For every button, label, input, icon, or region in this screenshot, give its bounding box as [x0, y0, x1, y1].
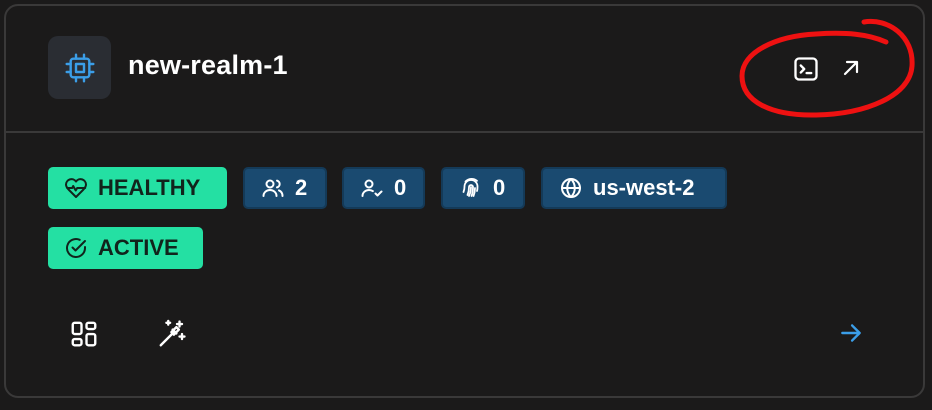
- grid-icon: [71, 321, 97, 347]
- region-badge[interactable]: us-west-2: [541, 167, 727, 209]
- health-badge: HEALTHY: [48, 167, 227, 209]
- header-divider: [4, 131, 925, 133]
- region-label: us-west-2: [593, 175, 695, 200]
- verified-users-count: 0: [394, 175, 407, 200]
- realm-icon-box: [48, 36, 111, 99]
- cpu-chip-icon: [64, 52, 95, 83]
- dashboard-button[interactable]: [66, 316, 102, 352]
- arrow-up-right-icon: [843, 60, 859, 76]
- status-badge: ACTIVE: [48, 227, 203, 269]
- realm-name: new-realm-1: [128, 50, 288, 80]
- users-icon: [262, 179, 284, 197]
- arrow-right-icon: [841, 324, 861, 342]
- globe-icon: [561, 178, 581, 198]
- check-circle-icon: [66, 238, 86, 258]
- fingerprints-badge[interactable]: 0: [441, 167, 525, 209]
- fingerprint-icon: [462, 178, 479, 197]
- heart-pulse-icon: [65, 178, 87, 198]
- users-count: 2: [295, 175, 308, 200]
- wand-sparkles-icon: [159, 319, 186, 347]
- users-badge[interactable]: 2: [243, 167, 327, 209]
- verified-users-badge[interactable]: 0: [342, 167, 425, 209]
- status-label: ACTIVE: [98, 235, 179, 260]
- user-check-icon: [361, 179, 383, 197]
- fingerprints-count: 0: [493, 175, 506, 200]
- terminal-icon: [794, 57, 818, 81]
- navigate-button[interactable]: [834, 316, 868, 350]
- health-label: HEALTHY: [98, 175, 201, 200]
- magic-wand-button[interactable]: [154, 316, 190, 352]
- terminal-button[interactable]: [790, 53, 822, 85]
- open-external-button[interactable]: [836, 53, 866, 83]
